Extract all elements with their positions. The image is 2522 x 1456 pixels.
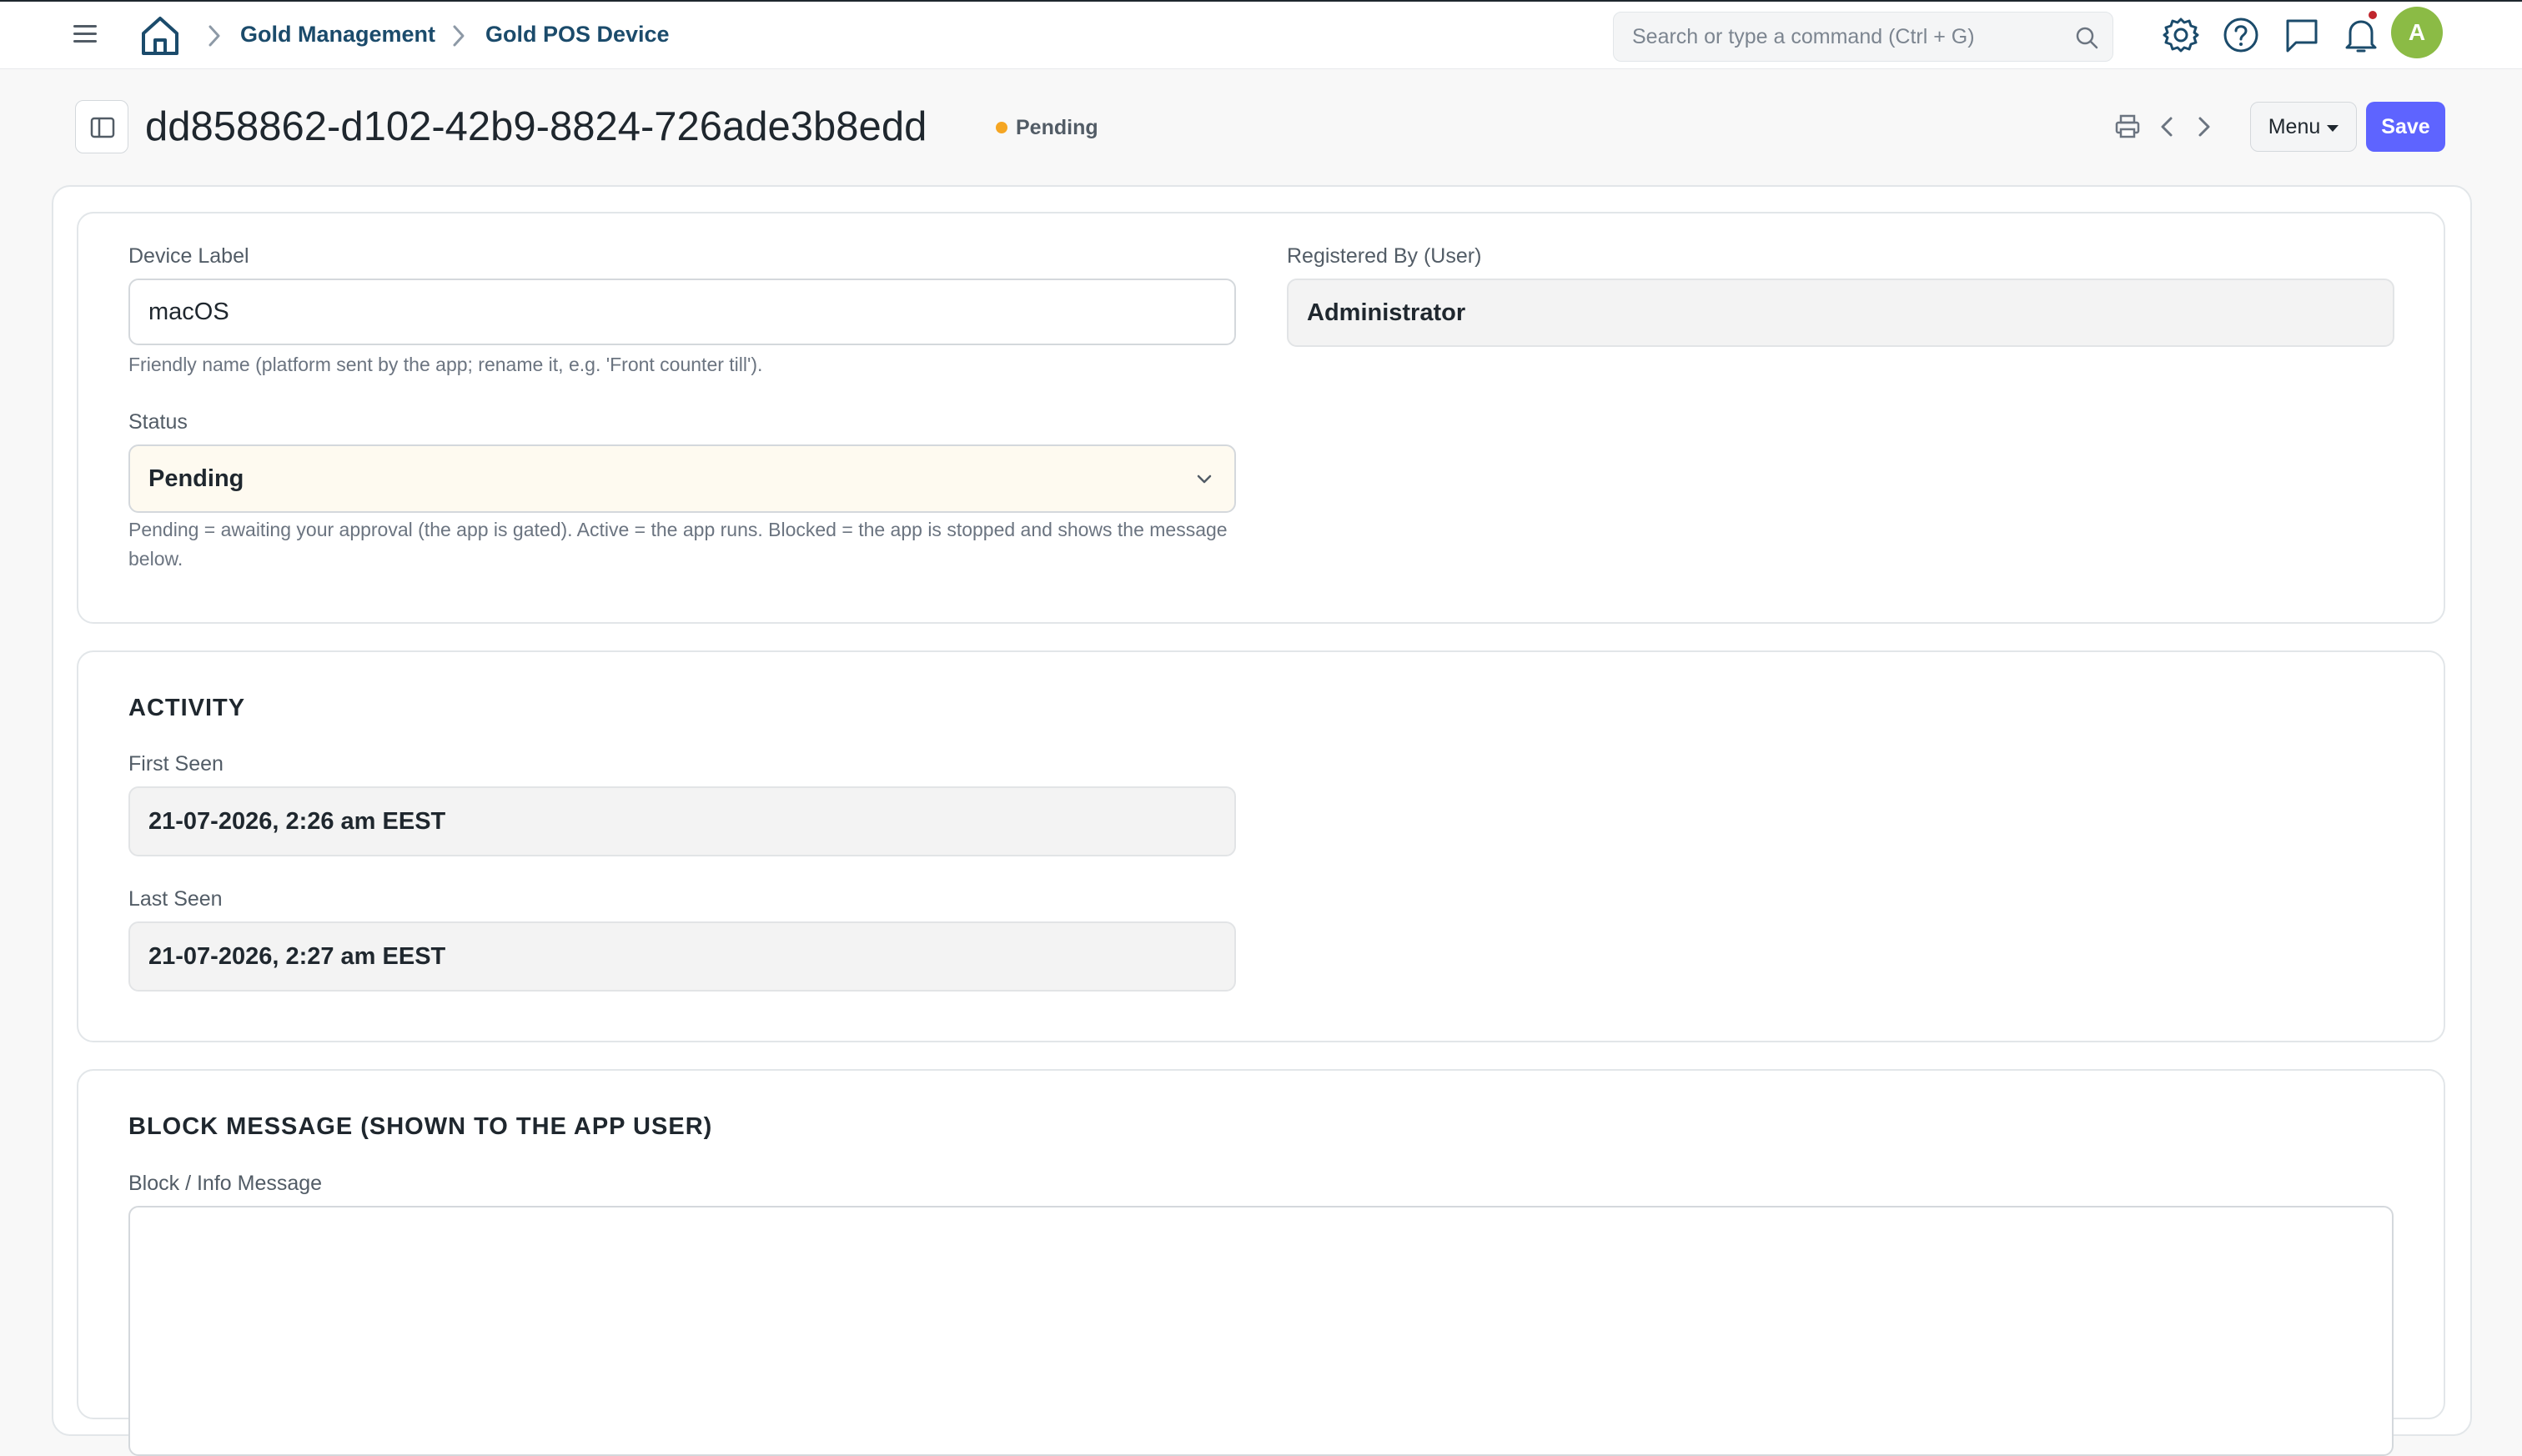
first-seen-field[interactable]: 21-07-2026, 2:26 am EEST bbox=[128, 786, 1236, 856]
notification-badge bbox=[2367, 9, 2379, 21]
chat-icon[interactable] bbox=[2281, 14, 2323, 56]
status-select-value: Pending bbox=[148, 464, 244, 492]
device-label-label: Device Label bbox=[128, 244, 249, 268]
block-message-label: Block / Info Message bbox=[128, 1172, 323, 1195]
save-button[interactable]: Save bbox=[2366, 102, 2445, 152]
home-icon[interactable] bbox=[138, 13, 182, 58]
search-icon bbox=[2076, 27, 2098, 49]
status-indicator-label: Pending bbox=[1016, 115, 1098, 139]
status-label: Status bbox=[128, 410, 188, 434]
chevron-down-icon bbox=[1197, 474, 1212, 484]
caret-down-icon bbox=[2327, 124, 2339, 132]
status-indicator: Pending bbox=[996, 115, 1098, 140]
breadcrumb-gold-pos-device[interactable]: Gold POS Device bbox=[485, 22, 670, 48]
hamburger-menu-icon[interactable] bbox=[73, 25, 97, 45]
block-message-heading: BLOCK MESSAGE (SHOWN TO THE APP USER) bbox=[128, 1113, 713, 1140]
last-seen-label: Last Seen bbox=[128, 887, 223, 911]
navbar: Gold Management Gold POS Device A bbox=[0, 0, 2522, 69]
search-bar bbox=[1613, 12, 2113, 62]
user-avatar[interactable]: A bbox=[2391, 7, 2443, 58]
previous-record-icon[interactable] bbox=[2153, 113, 2182, 141]
help-icon[interactable] bbox=[2220, 14, 2262, 56]
menu-button-label: Menu bbox=[2268, 114, 2321, 138]
first-seen-label: First Seen bbox=[128, 752, 224, 776]
sidebar-toggle-button[interactable] bbox=[75, 100, 128, 153]
settings-gear-icon[interactable] bbox=[2160, 14, 2202, 56]
notification-bell-icon[interactable] bbox=[2340, 14, 2382, 56]
device-label-input[interactable] bbox=[148, 280, 1234, 344]
chevron-right-icon bbox=[208, 25, 220, 47]
registered-by-label: Registered By (User) bbox=[1287, 244, 1482, 268]
registered-by-field[interactable]: Administrator bbox=[1287, 279, 2394, 347]
last-seen-field[interactable]: 21-07-2026, 2:27 am EEST bbox=[128, 921, 1236, 992]
page-title: dd858862-d102-42b9-8824-726ade3b8edd bbox=[145, 104, 927, 149]
sidebar-icon bbox=[90, 117, 115, 138]
status-description: Pending = awaiting your approval (the ap… bbox=[128, 519, 1228, 570]
status-select[interactable]: Pending bbox=[128, 444, 1236, 513]
menu-button[interactable]: Menu bbox=[2250, 102, 2357, 152]
print-icon[interactable] bbox=[2113, 113, 2142, 141]
block-message-textarea[interactable] bbox=[128, 1206, 2394, 1456]
search-input[interactable] bbox=[1614, 13, 2113, 61]
status-dot bbox=[996, 122, 1007, 133]
next-record-icon[interactable] bbox=[2189, 113, 2218, 141]
device-label-description: Friendly name (platform sent by the app;… bbox=[128, 354, 763, 375]
chevron-right-icon bbox=[453, 25, 465, 47]
device-label-field[interactable] bbox=[128, 279, 1236, 345]
activity-heading: ACTIVITY bbox=[128, 695, 246, 721]
breadcrumb-gold-management[interactable]: Gold Management bbox=[240, 22, 435, 48]
